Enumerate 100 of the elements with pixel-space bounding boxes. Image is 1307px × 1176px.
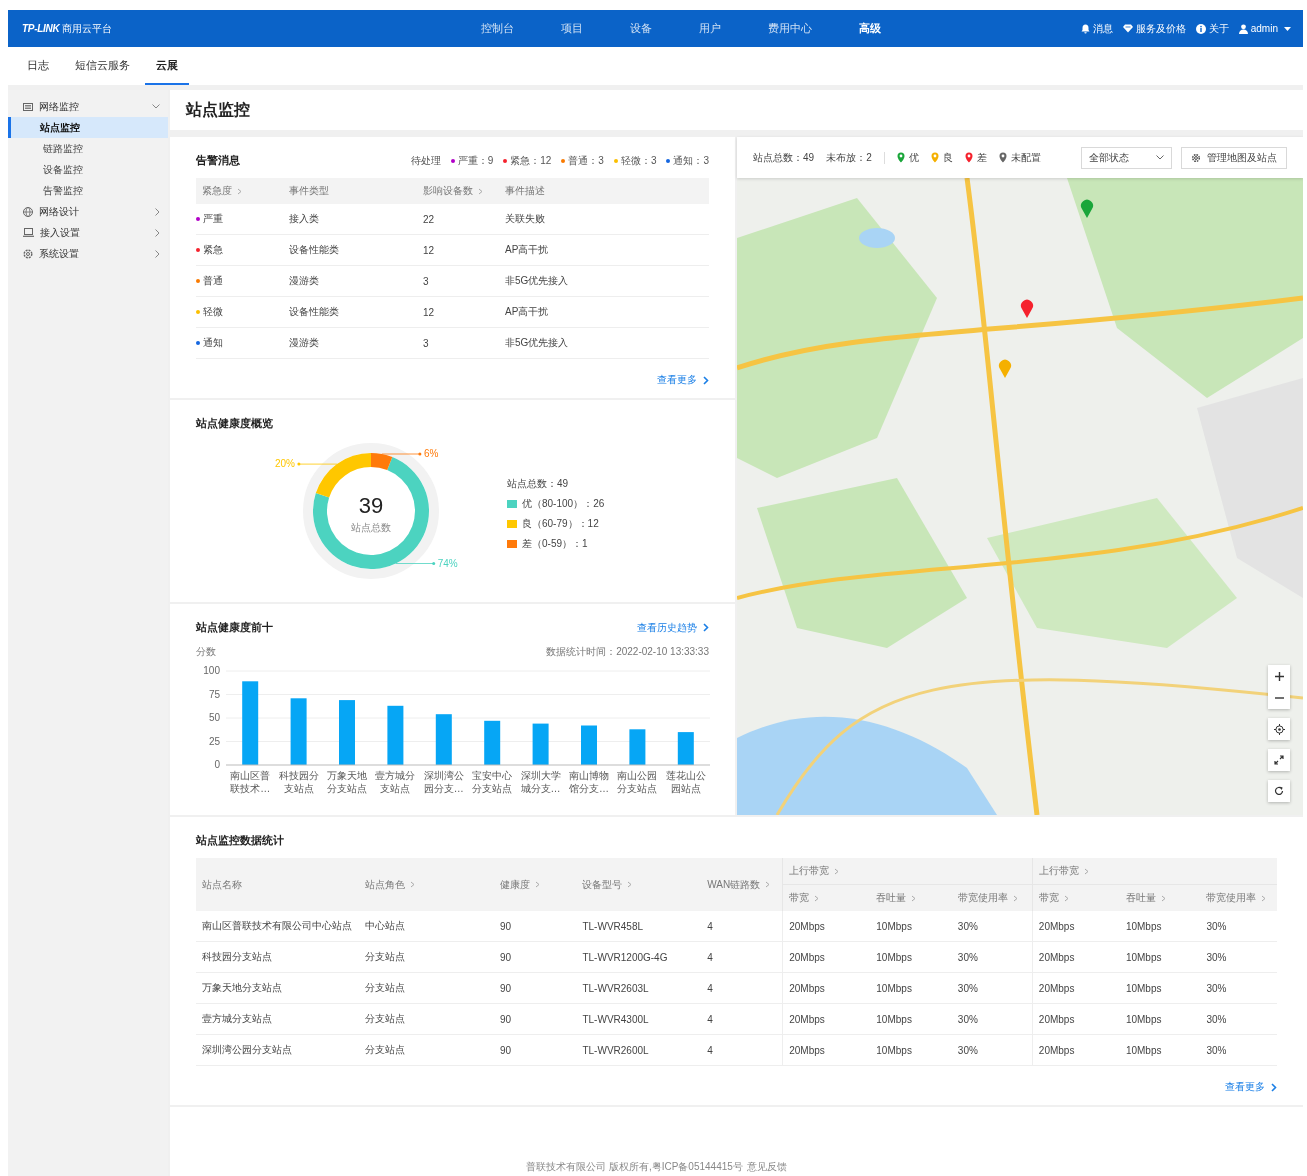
table-cell: 20Mbps [1032,1003,1120,1035]
sort-icon[interactable] [1261,894,1267,902]
undeployed-count: 未布放：2 [826,150,872,165]
sort-icon[interactable] [1083,867,1089,875]
header-link[interactable]: 关于 [1195,21,1229,36]
sort-icon[interactable] [1160,894,1166,902]
sidebar-item[interactable]: 接入设置 [8,222,168,243]
axis-category-label: 南山博物馆分支… [569,770,609,794]
table-cell: 壹方城分支站点 [196,1003,360,1035]
logo[interactable]: TP-LINK [22,22,60,34]
axis-category-label: 深圳大学城分支… [520,770,561,794]
nav-tab[interactable]: 高级 [859,21,882,36]
sort-icon[interactable] [911,894,917,902]
table-cell: 非5G优先接入 [499,265,709,297]
sidebar-item[interactable]: 系统设置 [8,243,168,264]
column-group-header[interactable]: 上行带宽 [789,865,840,876]
sidebar-subitem[interactable]: 告警监控 [8,180,168,201]
nav-tab[interactable]: 用户 [699,21,722,36]
tab[interactable]: 日志 [16,47,60,85]
table-cell: 万象天地分支站点 [196,972,360,1004]
column-header[interactable]: 健康度 [499,878,540,890]
nav-tab[interactable]: 设备 [630,21,653,36]
bar [629,729,646,765]
table-cell: 4 [701,1003,783,1035]
sort-icon[interactable] [1012,894,1018,902]
tab[interactable]: 云展 [145,47,189,85]
locate-button[interactable] [1268,718,1290,740]
manage-map-button[interactable]: 管理地图及站点 [1181,146,1287,169]
sort-icon[interactable] [765,881,771,889]
table-cell: 30% [1200,911,1277,942]
column-header[interactable]: 紧急度 [202,185,242,196]
column-header[interactable]: 带宽 [1038,892,1069,903]
sort-icon[interactable] [534,881,540,889]
header-link[interactable]: 消息 [1080,21,1113,36]
view-more-link[interactable]: 查看更多 [1225,1080,1277,1094]
nav-tab[interactable]: 项目 [561,21,584,36]
sidebar-subitem[interactable]: 链路监控 [8,138,168,159]
table-cell: 分支站点 [359,972,494,1004]
tab[interactable]: 短信云服务 [64,47,141,85]
bar [339,700,355,765]
zoom-in-button[interactable] [1268,665,1290,687]
plus-icon [1274,671,1284,681]
leader-line [395,562,436,565]
header-link[interactable]: 服务及价格 [1122,21,1186,36]
center-value: 39 [358,493,384,518]
legend-total: 站点总数：49 [507,477,570,491]
column-header[interactable]: WAN链路数 [707,878,771,890]
sidebar-item[interactable]: 网络设计 [8,201,168,222]
refresh-icon [1274,786,1284,796]
minus-icon [1274,697,1284,699]
sort-icon[interactable] [237,187,242,195]
sort-icon[interactable] [478,187,483,195]
card-title: 站点健康度前十 [196,620,273,635]
alert-count: 普通：3 [568,153,604,168]
fullscreen-button[interactable] [1268,749,1290,771]
sort-icon[interactable] [814,894,820,902]
nav-tab[interactable]: 费用中心 [768,21,813,36]
table-cell: 12 [417,234,499,266]
map-pin-icon [896,152,905,163]
sidebar-subitem[interactable]: 站点监控 [8,117,168,138]
table-cell: 30% [1200,1034,1277,1066]
sort-icon[interactable] [1063,894,1069,902]
table-cell: 4 [701,941,783,973]
nav-tab[interactable]: 控制台 [481,21,515,36]
sidebar-item[interactable]: 网络监控 [8,96,168,117]
table-cell: 分支站点 [359,1034,494,1066]
data-label: 74% [437,557,458,569]
legend-label: 优（80-100）：26 [522,497,605,511]
column-header[interactable]: 设备型号 [582,878,633,890]
history-trend-link[interactable]: 查看历史趋势 [637,620,709,635]
table-cell: 3 [417,265,499,297]
zoom-out-button[interactable] [1268,687,1290,709]
sidebar-subitem[interactable]: 设备监控 [8,159,168,180]
table-cell: 关联失败 [499,204,709,235]
table-cell: TL-WVR4300L [576,1003,702,1035]
axis-tick-label: 50 [208,712,220,723]
legend-label: 未配置 [1010,150,1041,165]
column-group-header[interactable]: 上行带宽 [1038,865,1089,876]
chevron-down-icon [1156,155,1164,160]
table-cell: 20Mbps [782,972,871,1004]
table-cell: 3 [417,327,499,359]
column-header[interactable]: 站点角色 [365,878,416,890]
refresh-button[interactable] [1268,780,1290,802]
feedback-link[interactable]: 意见反馈 [746,1160,787,1174]
table-cell: 90 [493,911,577,942]
view-more-link[interactable]: 查看更多 [657,373,709,387]
column-header[interactable]: 带宽 [789,892,820,903]
alert-count: 严重：9 [457,153,494,168]
caret-icon [1284,26,1291,31]
sort-icon[interactable] [627,881,633,889]
user-icon [1238,23,1248,34]
card-title: 站点健康度概览 [196,416,273,431]
legend-label: 良（60-79）：12 [522,517,599,531]
sort-icon[interactable] [410,881,416,889]
user-menu[interactable]: admin [1238,23,1291,34]
table-cell: 20Mbps [782,1003,871,1035]
sort-icon[interactable] [834,867,840,875]
axis-title: 分数 [196,645,216,659]
list-icon [23,102,33,111]
status-dropdown[interactable]: 全部状态 [1081,146,1172,169]
